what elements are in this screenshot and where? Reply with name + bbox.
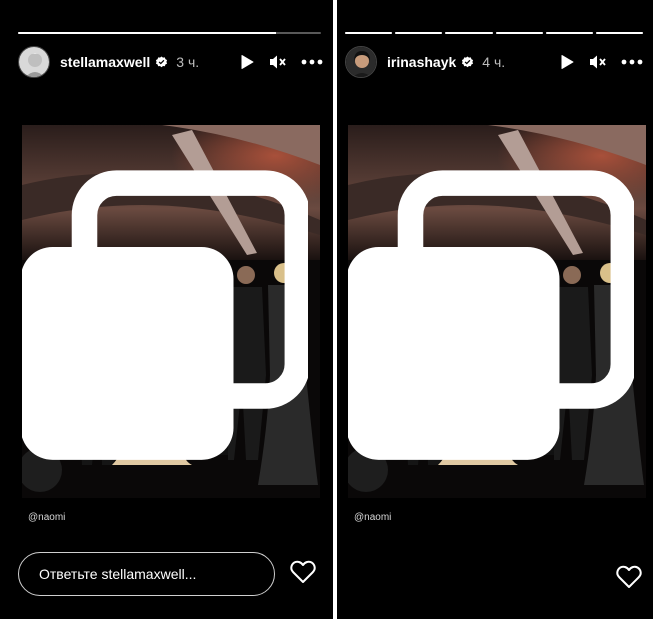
heart-icon[interactable]	[290, 560, 316, 584]
post-time: 4 ч.	[482, 54, 506, 70]
story-header: irinashayk 4 ч.	[345, 45, 643, 79]
more-icon[interactable]	[301, 59, 323, 65]
progress-segment	[18, 32, 321, 34]
progress-segment	[345, 32, 393, 34]
story-controls	[559, 54, 643, 70]
mute-icon[interactable]	[589, 54, 607, 70]
avatar[interactable]	[345, 46, 377, 78]
progress-segment	[445, 32, 493, 34]
story-panel-left[interactable]: stellamaxwell 3 ч. @naomi Ответьте stell…	[0, 0, 333, 619]
progress-fill	[18, 32, 276, 34]
story-progress-bar	[18, 32, 321, 34]
play-icon[interactable]	[559, 54, 575, 70]
progress-fill	[345, 32, 393, 34]
username[interactable]: stellamaxwell	[60, 54, 150, 70]
progress-segment	[545, 32, 593, 34]
verified-badge-icon	[156, 55, 168, 67]
progress-fill	[545, 32, 593, 34]
reply-placeholder: Ответьте stellamaxwell...	[39, 566, 197, 582]
heart-icon[interactable]	[616, 565, 642, 589]
username[interactable]: irinashayk	[387, 54, 456, 70]
story-controls	[239, 54, 323, 70]
carousel-icon	[348, 170, 634, 460]
progress-fill	[495, 32, 543, 34]
progress-segment	[495, 32, 543, 34]
carousel-icon	[22, 170, 308, 460]
story-progress-bar	[345, 32, 644, 34]
story-photo[interactable]	[348, 125, 646, 498]
reply-input[interactable]: Ответьте stellamaxwell...	[18, 552, 275, 596]
progress-segment	[595, 32, 644, 34]
mention-tag[interactable]: @naomi	[28, 512, 65, 523]
post-time: 3 ч.	[176, 54, 200, 70]
mention-tag[interactable]: @naomi	[354, 512, 391, 523]
story-header: stellamaxwell 3 ч.	[18, 45, 323, 79]
more-icon[interactable]	[621, 59, 643, 65]
play-icon[interactable]	[239, 54, 255, 70]
story-photo[interactable]	[22, 125, 320, 498]
progress-fill	[595, 32, 644, 34]
progress-fill	[445, 32, 493, 34]
progress-fill	[395, 32, 443, 34]
story-panel-right[interactable]: irinashayk 4 ч. @naomi	[337, 0, 653, 619]
avatar[interactable]	[18, 46, 50, 78]
mute-icon[interactable]	[269, 54, 287, 70]
progress-segment	[395, 32, 443, 34]
verified-badge-icon	[462, 55, 474, 67]
